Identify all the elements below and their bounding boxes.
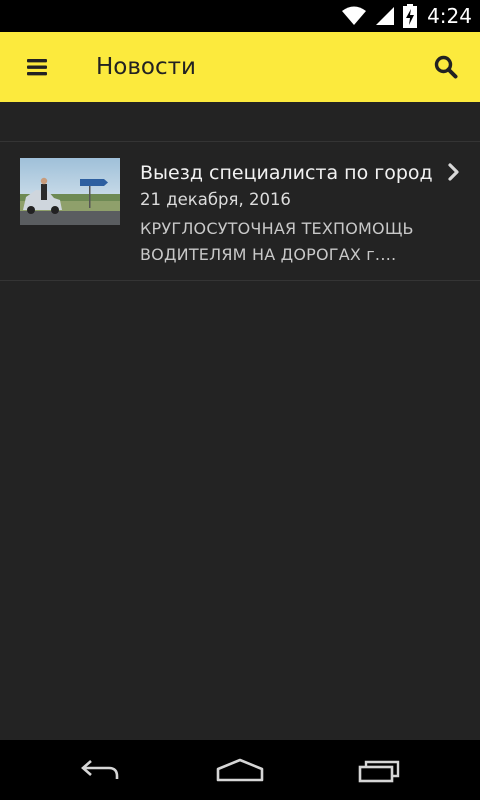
news-date: 21 декабря, 2016 xyxy=(140,190,291,209)
battery-charging-icon xyxy=(403,4,418,28)
cell-signal-icon xyxy=(376,7,395,25)
chevron-right-icon xyxy=(448,163,459,181)
home-icon xyxy=(216,758,264,782)
status-time: 4:24 xyxy=(427,4,472,28)
menu-button[interactable] xyxy=(10,43,66,91)
status-bar: 4:24 xyxy=(0,0,480,32)
list-item-divider xyxy=(0,280,480,281)
navigation-bar xyxy=(0,740,480,800)
back-icon xyxy=(81,760,119,779)
app-bar: Новости xyxy=(0,32,480,102)
recents-icon xyxy=(358,760,400,783)
news-title: Выезд специалиста по город… xyxy=(140,162,432,184)
news-description: КРУГЛОСУТОЧНАЯ ТЕХПОМОЩЬ ВОДИТЕЛЯМ НА ДО… xyxy=(140,219,414,264)
car-roadside-photo xyxy=(20,158,120,225)
back-button[interactable] xyxy=(50,740,150,800)
home-button[interactable] xyxy=(190,740,290,800)
wifi-icon xyxy=(342,6,367,25)
recents-button[interactable] xyxy=(330,740,430,800)
list-item[interactable]: Выезд специалиста по город… 21 декабря, … xyxy=(0,142,480,280)
status-icons: 4:24 xyxy=(341,0,472,32)
page-title: Новости xyxy=(96,54,196,80)
search-icon xyxy=(434,55,458,79)
search-button[interactable] xyxy=(422,43,470,91)
news-thumbnail xyxy=(20,158,120,225)
hamburger-menu-icon xyxy=(27,59,47,76)
